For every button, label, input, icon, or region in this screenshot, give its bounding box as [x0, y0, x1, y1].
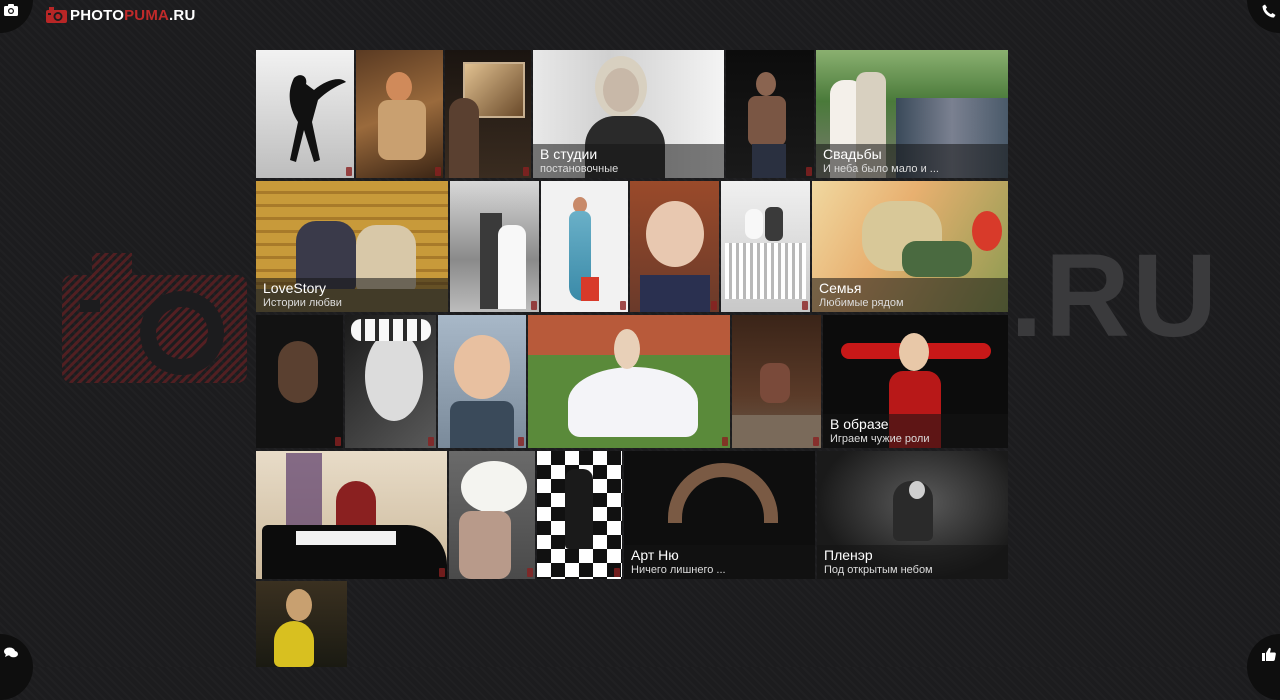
gallery-category-art-nude[interactable]: Арт Ню Ничего лишнего ...: [624, 451, 815, 579]
gallery-photo-mirror[interactable]: [445, 50, 531, 178]
like-button[interactable]: [1247, 634, 1280, 700]
category-caption: Пленэр Под открытым небом: [817, 545, 1008, 579]
category-title: Пленэр: [824, 547, 873, 563]
category-subtitle: И неба было мало и ...: [823, 163, 939, 175]
category-subtitle: Любимые рядом: [819, 297, 904, 309]
chat-icon: [4, 647, 18, 658]
category-subtitle: Под открытым небом: [824, 564, 933, 576]
category-subtitle: Ничего лишнего ...: [631, 564, 726, 576]
thumbs-up-icon: [1262, 647, 1276, 661]
category-caption: Семья Любимые рядом: [812, 278, 1008, 312]
category-caption: В образе Играем чужие роли: [823, 414, 1008, 448]
category-caption: Арт Ню Ничего лишнего ...: [624, 545, 815, 579]
logo-text-photo: PHOTO: [70, 6, 125, 24]
camera-icon: [4, 4, 18, 16]
category-caption: LoveStory Истории любви: [256, 278, 448, 312]
gallery-photo-woman-chair[interactable]: [732, 315, 821, 448]
gallery-photo-blue-dress[interactable]: [541, 181, 628, 312]
gallery-category-weddings[interactable]: Свадьбы И неба было мало и ...: [816, 50, 1008, 178]
category-subtitle: Играем чужие роли: [830, 433, 930, 445]
category-subtitle: Истории любви: [263, 297, 342, 309]
phone-button[interactable]: [1247, 0, 1280, 33]
site-logo[interactable]: PHOTOPUMA.RU: [46, 5, 195, 25]
gallery-photo-man-torso[interactable]: [726, 50, 814, 178]
logo-camera-icon: [46, 7, 67, 23]
category-title: Семья: [819, 280, 862, 296]
watermark-logo-icon: [62, 253, 247, 383]
phone-icon: [1262, 4, 1276, 18]
watermark-text: .RU: [1010, 237, 1222, 383]
logo-text-puma: PUMA: [124, 6, 170, 24]
category-caption: Свадьбы И неба было мало и ...: [816, 144, 1008, 178]
gallery-photo-curlers-portrait[interactable]: [345, 315, 436, 448]
watermark-ru-text: .RU: [1010, 230, 1220, 362]
gallery-category-family[interactable]: Семья Любимые рядом: [812, 181, 1008, 312]
category-title: Свадьбы: [823, 146, 882, 162]
gallery-photo-wedding-bw[interactable]: [450, 181, 539, 312]
gallery-photo-redhead[interactable]: [630, 181, 719, 312]
gallery-photo-checkered-floor[interactable]: [537, 451, 622, 579]
category-title: LoveStory: [263, 280, 327, 296]
category-title: Арт Ню: [631, 547, 679, 563]
gallery-category-lovestory[interactable]: LoveStory Истории любви: [256, 181, 448, 312]
camera-button[interactable]: [0, 0, 33, 33]
gallery-photo-balcony-couple[interactable]: [721, 181, 810, 312]
chat-button[interactable]: [0, 634, 33, 700]
gallery-photo-teddy-bear[interactable]: [256, 581, 347, 667]
logo-text-ru: .RU: [169, 6, 196, 24]
gallery-photo-bride-grass[interactable]: [528, 315, 730, 448]
gallery-photo-baby[interactable]: [438, 315, 526, 448]
gallery-photo-piano[interactable]: [256, 451, 447, 579]
gallery-category-plein-air[interactable]: Пленэр Под открытым небом: [817, 451, 1008, 579]
gallery-category-roles[interactable]: В образе Играем чужие роли: [823, 315, 1008, 448]
category-title: В студии: [540, 146, 598, 162]
gallery-category-studio[interactable]: В студии постановочные: [533, 50, 724, 178]
category-title: В образе: [830, 416, 889, 432]
category-subtitle: постановочные: [540, 163, 619, 175]
gallery-photo-bouquet[interactable]: [449, 451, 535, 579]
category-caption: В студии постановочные: [533, 144, 724, 178]
gallery-photo-mother-child[interactable]: [356, 50, 443, 178]
gallery-photo-dancer[interactable]: [256, 50, 354, 178]
gallery-photo-curled-figure[interactable]: [256, 315, 343, 448]
